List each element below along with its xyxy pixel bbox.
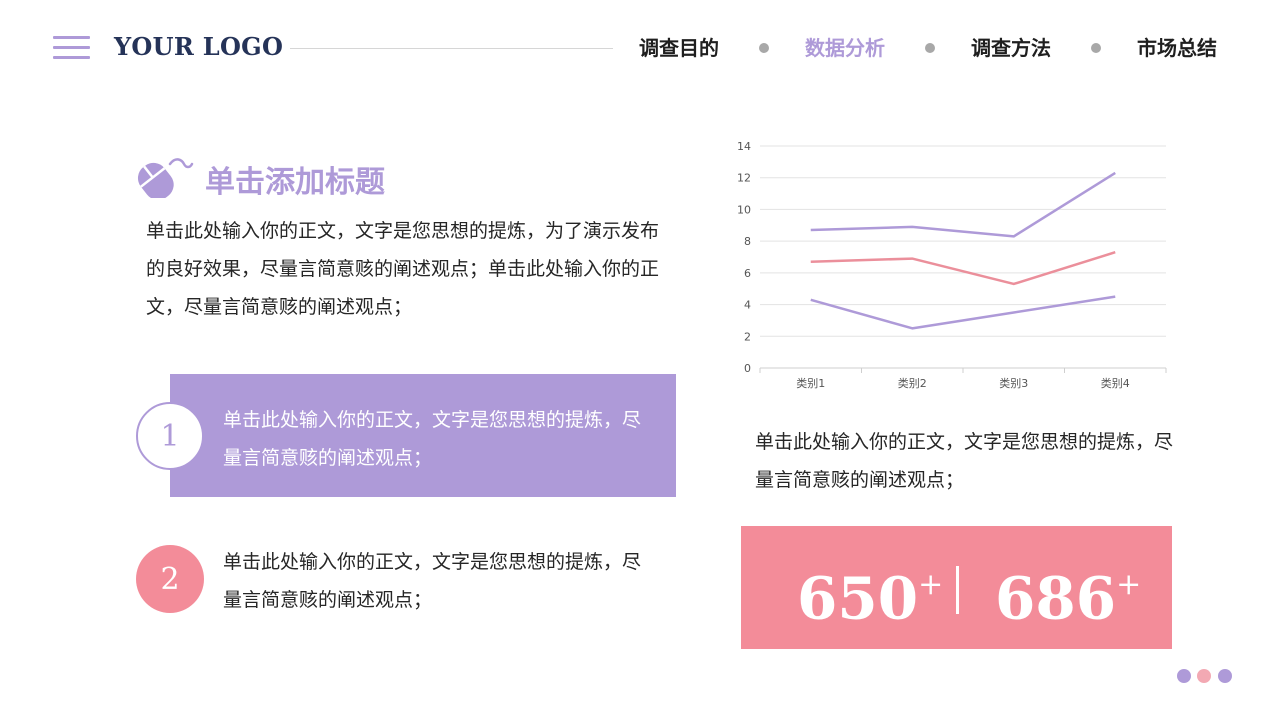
nav-separator-dot	[925, 43, 935, 53]
item-text: 单击此处输入你的正文，文字是您思想的提炼，尽量言简意赅的阐述观点；	[223, 409, 642, 469]
item-number-badge: 1	[136, 402, 204, 470]
logo: YOUR LOGO	[114, 32, 284, 61]
y-tick-label: 8	[744, 235, 751, 248]
y-tick-label: 6	[744, 267, 751, 280]
nav-item-survey-method[interactable]: 调查方法	[971, 32, 1051, 64]
intro-text: 单击此处输入你的正文，文字是您思想的提炼，为了演示发布的良好效果，尽量言简意赅的…	[146, 220, 660, 318]
x-tick-label: 类别1	[796, 376, 825, 390]
stat-number: 686	[995, 564, 1117, 633]
section-title: 单击添加标题	[205, 165, 385, 200]
stat-number: 650	[797, 564, 919, 633]
page-dot[interactable]	[1218, 669, 1232, 683]
y-tick-label: 12	[737, 172, 751, 185]
page-dot[interactable]	[1177, 669, 1191, 683]
chart-caption: 单击此处输入你的正文，文字是您思想的提炼，尽量言简意赅的阐述观点；	[755, 431, 1174, 491]
nav-item-survey-purpose[interactable]: 调查目的	[639, 32, 719, 64]
nav-separator-dot	[759, 43, 769, 53]
stat-suffix: +	[918, 567, 944, 602]
line-chart: 0 2 4 6 8 10 12 14 类别1 类别2 类别3 类别4	[737, 140, 1167, 390]
series-line	[810, 251, 1116, 286]
series-line	[810, 171, 1116, 238]
hamburger-icon[interactable]	[53, 36, 90, 60]
y-tick-label: 2	[744, 330, 751, 343]
nav-separator-dot	[1091, 43, 1101, 53]
y-tick-label: 4	[744, 299, 751, 312]
page-dot[interactable]	[1197, 669, 1211, 683]
item-text: 单击此处输入你的正文，文字是您思想的提炼，尽量言简意赅的阐述观点；	[223, 551, 642, 611]
stat-value: 686+	[995, 554, 1141, 633]
series-line	[810, 295, 1116, 330]
nav-item-market-summary[interactable]: 市场总结	[1137, 32, 1217, 64]
stat-suffix: +	[1116, 567, 1142, 602]
x-tick-label: 类别3	[999, 376, 1028, 390]
y-tick-label: 0	[744, 362, 751, 375]
x-tick-label: 类别2	[898, 376, 927, 390]
item-number-badge: 2	[136, 545, 204, 613]
stat-value: 650+	[797, 554, 943, 633]
y-tick-label: 14	[737, 140, 751, 153]
nav-item-data-analysis[interactable]: 数据分析	[805, 32, 885, 64]
stat-divider	[956, 566, 959, 614]
y-tick-label: 10	[737, 203, 751, 216]
stats-panel: 650+ 686+	[741, 526, 1172, 649]
mouse-icon	[137, 158, 194, 198]
header-divider	[290, 48, 613, 49]
x-tick-label: 类别4	[1101, 376, 1130, 390]
